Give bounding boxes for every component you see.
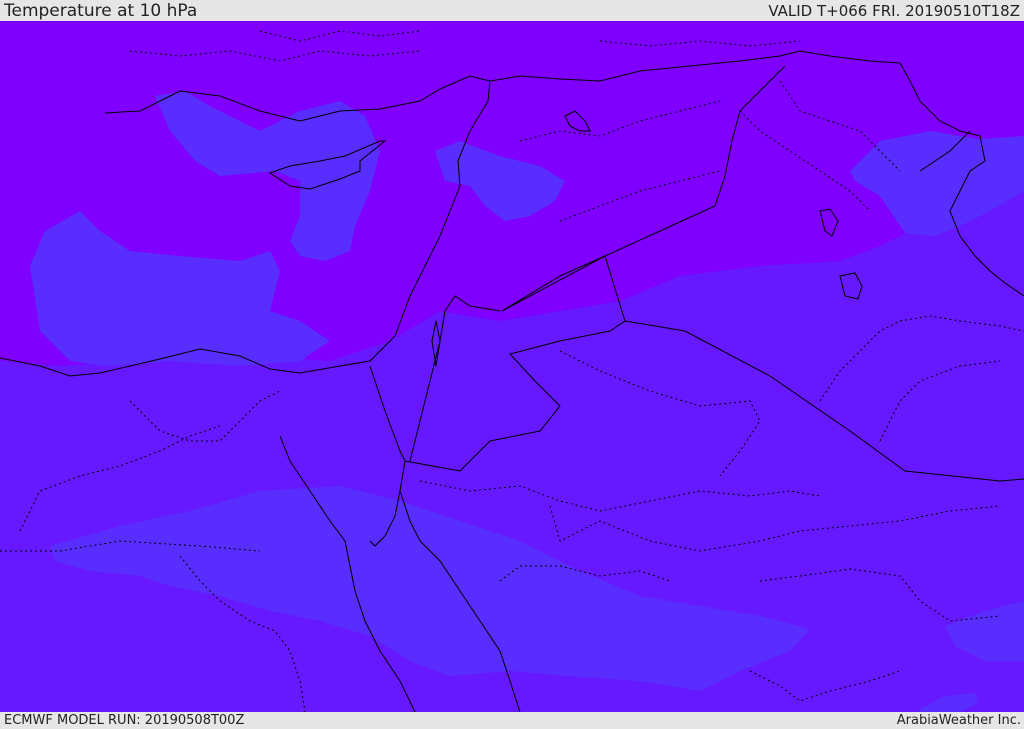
weather-map-page: Temperature at 10 hPa VALID T+066 FRI. 2…	[0, 0, 1024, 729]
map-footer: ECMWF MODEL RUN: 20190508T00Z ArabiaWeat…	[0, 712, 1024, 729]
map-canvas	[0, 21, 1024, 712]
temperature-map	[0, 21, 1024, 712]
valid-time: VALID T+066 FRI. 20190510T18Z	[768, 2, 1020, 20]
model-run-label: ECMWF MODEL RUN: 20190508T00Z	[4, 713, 245, 728]
map-title: Temperature at 10 hPa	[4, 1, 198, 21]
credit-label: ArabiaWeather Inc.	[896, 713, 1021, 728]
map-header: Temperature at 10 hPa VALID T+066 FRI. 2…	[0, 0, 1024, 21]
